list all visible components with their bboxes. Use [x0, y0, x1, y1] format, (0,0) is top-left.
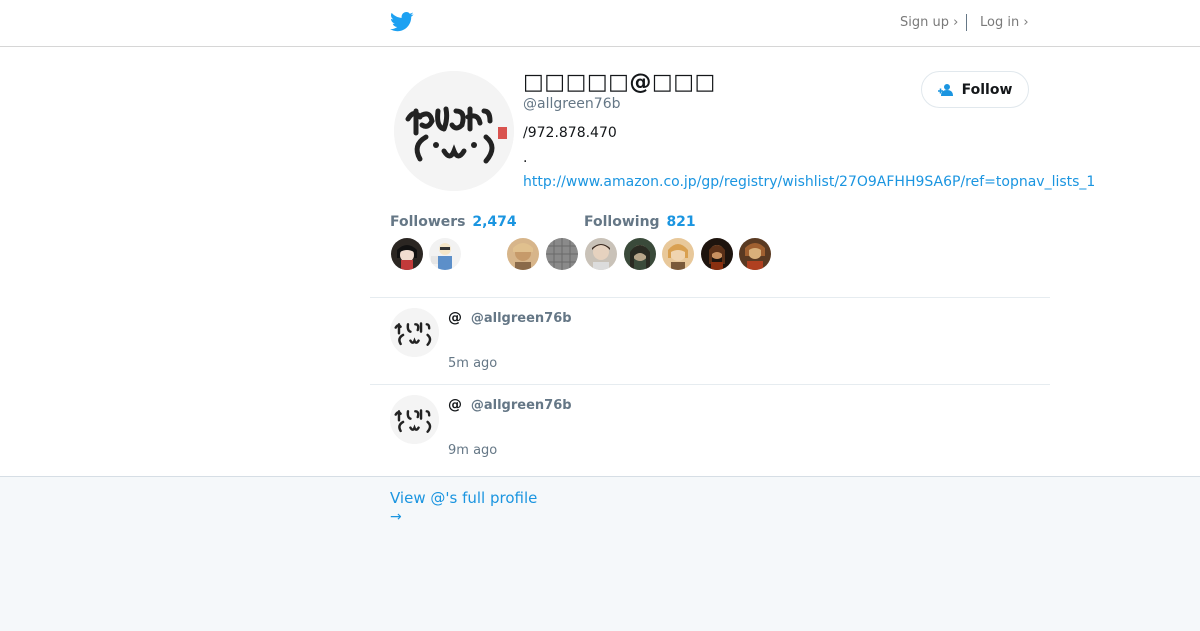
profile-display-name: □□□□□@□□□: [523, 70, 716, 95]
tweet-author-name: @: [448, 310, 462, 326]
avatar-calligraphy-image: [394, 71, 514, 191]
follower-avatar[interactable]: [701, 238, 733, 270]
follower-avatar[interactable]: [429, 238, 461, 270]
login-link[interactable]: Log in ›: [980, 15, 1029, 30]
follower-avatar[interactable]: [468, 238, 500, 270]
timeline-divider: [370, 384, 1050, 385]
followers-stat[interactable]: Followers 2,474: [390, 214, 517, 230]
follower-avatar[interactable]: [507, 238, 539, 270]
follower-avatar[interactable]: [546, 238, 578, 270]
profile-footer: View @'s full profile →: [0, 476, 1200, 631]
tweet-author-handle: @allgreen76b: [470, 398, 572, 413]
follower-avatar[interactable]: [739, 238, 771, 270]
follower-avatar-image: [709, 245, 725, 270]
follower-avatar[interactable]: [585, 238, 617, 270]
following-count: 821: [666, 214, 696, 230]
twitter-bird-icon[interactable]: [390, 11, 414, 33]
tweet-author[interactable]: @ @allgreen76b: [448, 310, 572, 326]
followers-label: Followers: [390, 214, 466, 230]
follow-button[interactable]: Follow: [921, 71, 1029, 108]
profile-avatar[interactable]: [394, 71, 514, 191]
signup-link[interactable]: Sign up ›: [900, 15, 958, 30]
profile-bio-line: /972.878.470: [523, 125, 617, 141]
timeline-divider: [370, 297, 1050, 298]
follower-avatar[interactable]: [624, 238, 656, 270]
follower-avatar[interactable]: [662, 238, 694, 270]
tweet-timestamp[interactable]: 5m ago: [448, 356, 497, 371]
view-full-profile-link[interactable]: View @'s full profile: [390, 489, 537, 507]
profile-bio-line: .: [523, 150, 528, 166]
tweet-author[interactable]: @ @allgreen76b: [448, 397, 572, 413]
follower-avatar-image: [431, 243, 452, 270]
follower-avatar-image: [513, 243, 533, 270]
following-label: Following: [584, 214, 660, 230]
follower-avatar-image: [546, 238, 578, 270]
following-stat[interactable]: Following 821: [584, 214, 696, 230]
follower-avatar-image: [592, 244, 610, 270]
header-divider: [966, 14, 967, 31]
tweet-timestamp[interactable]: 9m ago: [448, 443, 497, 458]
profile-url-link[interactable]: http://www.amazon.co.jp/gp/registry/wish…: [523, 174, 1095, 190]
follower-avatar-image: [397, 245, 417, 270]
follower-avatar-image: [668, 244, 688, 270]
tweet-avatar-image: [390, 308, 439, 357]
tweet-avatar[interactable]: [390, 395, 439, 444]
top-bar: Sign up › Log in ›: [0, 0, 1200, 47]
tweet-avatar-image: [390, 395, 439, 444]
profile-handle: @allgreen76b: [523, 96, 621, 112]
follower-avatar-image: [745, 243, 765, 270]
tweet-author-handle: @allgreen76b: [470, 311, 572, 326]
follow-button-label: Follow: [961, 81, 1013, 98]
tweet-avatar[interactable]: [390, 308, 439, 357]
tweet-author-name: @: [448, 397, 462, 413]
follower-avatar[interactable]: [391, 238, 423, 270]
follow-person-icon: [937, 83, 953, 96]
arrow-right-icon[interactable]: →: [390, 509, 402, 525]
followers-count: 2,474: [472, 214, 517, 230]
follower-avatar-image: [630, 245, 650, 270]
